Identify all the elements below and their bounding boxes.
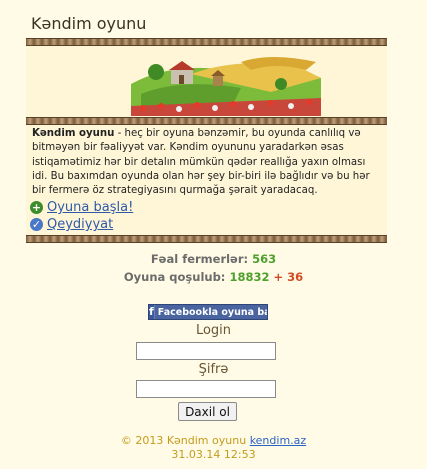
active-farmers-count: 563 xyxy=(252,252,277,266)
start-game-link-row[interactable]: + Oyuna başla! xyxy=(30,200,133,215)
page-title: Kəndim oyunu xyxy=(31,14,147,33)
copyright-text: © 2013 Kəndim oyunu xyxy=(120,434,247,447)
login-label: Login xyxy=(195,323,232,338)
footer-timestamp: 31.03.14 12:53 xyxy=(171,448,256,461)
active-farmers-label: Fəal fermerlər: xyxy=(150,252,249,266)
login-input[interactable] xyxy=(136,342,276,360)
farm-banner-image xyxy=(131,48,321,116)
joined-players-today: + 36 xyxy=(273,270,304,284)
joined-players-count: 18832 xyxy=(229,270,270,284)
active-farmers-stat: Fəal fermerlər: 563 xyxy=(0,252,427,266)
game-name: Kəndim oyunu xyxy=(32,128,115,139)
login-submit-button[interactable]: Daxil ol xyxy=(178,402,237,421)
intro-panel: Kəndim oyunu - heç bir oyuna bənzəmir, b… xyxy=(26,38,387,243)
game-description: Kəndim oyunu - heç bir oyuna bənzəmir, b… xyxy=(32,127,382,198)
joined-players-label: Oyuna qoşulub: xyxy=(123,270,226,284)
rope-divider-bottom xyxy=(26,235,387,243)
footer-copyright-row: © 2013 Kəndim oyunu kendim.az xyxy=(0,434,427,447)
register-link[interactable]: Qeydiyyat xyxy=(47,217,113,232)
facebook-icon: f xyxy=(149,305,155,319)
plus-circle-icon: + xyxy=(30,201,43,214)
facebook-login-button[interactable]: f Facebookla oyuna başla xyxy=(148,304,268,320)
password-label: Şifrə xyxy=(198,362,229,377)
rope-divider-top xyxy=(26,38,387,46)
rope-divider-middle xyxy=(26,117,387,125)
site-link[interactable]: kendim.az xyxy=(250,434,306,447)
password-input[interactable] xyxy=(136,380,276,398)
register-link-row[interactable]: ✓ Qeydiyyat xyxy=(30,217,113,232)
facebook-login-label: Facebookla oyuna başla xyxy=(157,306,267,318)
joined-players-stat: Oyuna qoşulub: 18832 + 36 xyxy=(0,270,427,284)
check-circle-icon: ✓ xyxy=(30,218,43,231)
start-game-link[interactable]: Oyuna başla! xyxy=(47,200,133,215)
